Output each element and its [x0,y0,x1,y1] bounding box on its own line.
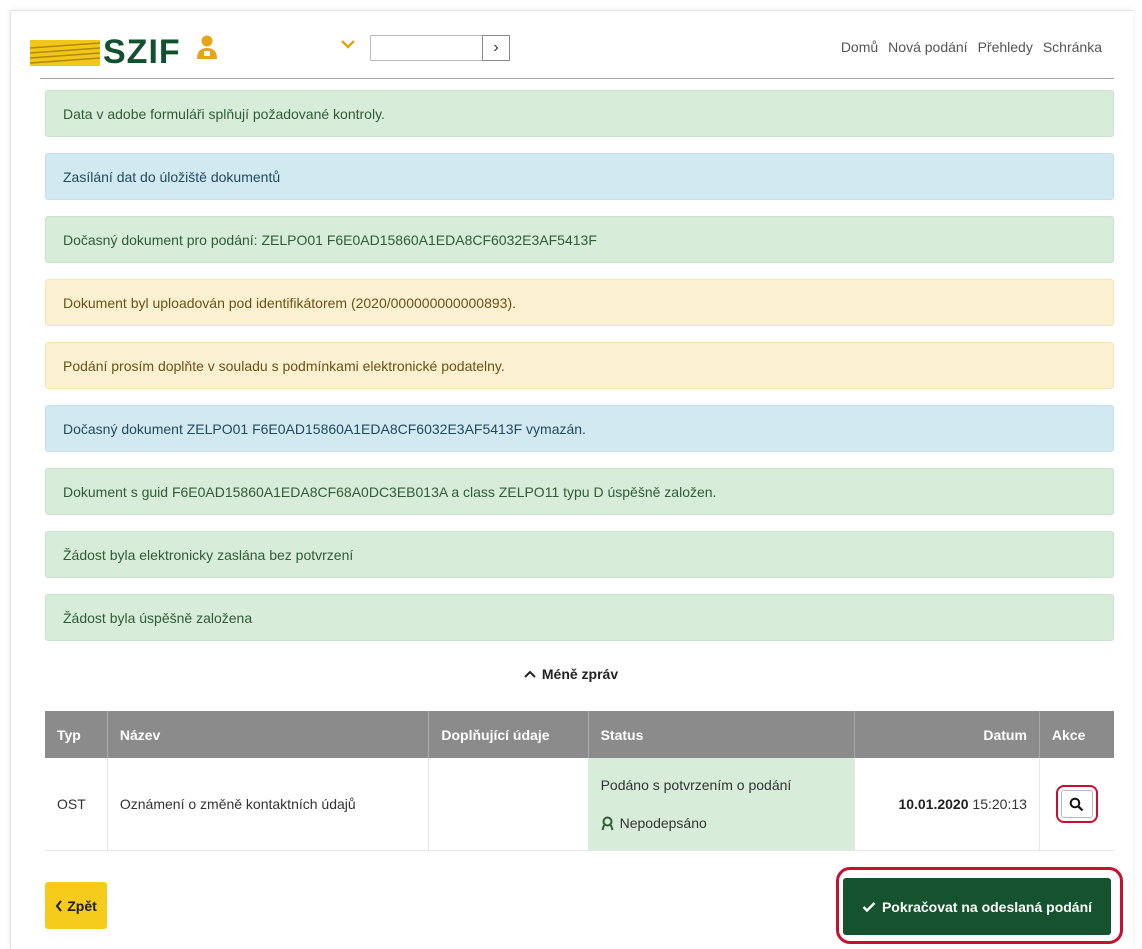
col-action: Akce [1039,711,1114,758]
col-date: Datum [854,711,1040,758]
view-detail-button[interactable] [1055,785,1098,823]
chevron-down-icon[interactable] [340,38,356,50]
message-item: Zasílání dat do úložiště dokumentů [45,153,1114,200]
table-row: OST Oznámení o změně kontaktních údajů P… [45,758,1114,851]
message-item: Data v adobe formuláři splňují požadovan… [45,90,1114,137]
continue-button[interactable]: Pokračovat na odeslaná podání [843,878,1111,935]
continue-label: Pokračovat na odeslaná podání [881,898,1093,915]
col-extra: Doplňující údaje [428,711,589,758]
chevron-up-icon [524,670,536,678]
date-value: 10.01.2020 [898,796,969,812]
nav-new-submissions[interactable]: Nová podání [888,39,967,55]
less-messages-toggle[interactable]: Méně zpráv [0,666,1142,682]
chevron-left-icon [55,899,62,912]
user-icon[interactable] [194,34,220,60]
message-item: Podání prosím doplňte v souladu s podmín… [45,342,1114,389]
cell-date: 10.01.2020 15:20:13 [854,758,1040,851]
header: SZIF › Domů Nová podání Přehledy Schránk… [0,0,1142,85]
time-value: 15:20:13 [972,796,1027,812]
nav-home[interactable]: Domů [841,39,878,55]
col-name: Název [107,711,430,758]
table-header-row: Typ Název Doplňující údaje Status Datum … [45,711,1114,758]
back-button[interactable]: Zpět [45,882,107,929]
message-item: Žádost byla úspěšně založena [45,594,1114,641]
message-list: Data v adobe formuláři splňují požadovan… [45,90,1114,657]
nav-inbox[interactable]: Schránka [1043,39,1102,55]
header-divider [40,78,1114,79]
less-messages-label: Méně zpráv [541,666,619,682]
cell-extra [428,758,589,851]
logo-stripes-icon [30,40,100,66]
cell-action [1039,758,1114,851]
go-button[interactable]: › [482,35,510,61]
col-status: Status [588,711,856,758]
top-nav: Domů Nová podání Přehledy Schránka [841,39,1102,55]
nav-overviews[interactable]: Přehledy [978,39,1033,55]
logo-text[interactable]: SZIF [103,33,181,72]
cell-name: Oznámení o změně kontaktních údajů [107,758,430,851]
status-text: Podáno s potvrzením o podání [600,777,792,793]
cell-status: Podáno s potvrzením o podání Nepodepsáno [588,758,856,851]
cell-type: OST [45,758,108,851]
check-icon [862,901,876,912]
message-item: Dokument s guid F6E0AD15860A1EDA8CF68A0D… [45,468,1114,515]
search-input[interactable] [370,35,482,61]
signature-status: Nepodepsáno [601,815,843,831]
message-item: Dočasný dokument pro podání: ZELPO01 F6E… [45,216,1114,263]
message-item: Žádost byla elektronicky zaslána bez pot… [45,531,1114,578]
ribbon-icon [601,816,614,830]
message-item: Dočasný dokument ZELPO01 F6E0AD15860A1ED… [45,405,1114,452]
col-type: Typ [45,711,108,758]
signature-text: Nepodepsáno [619,815,707,831]
message-item: Dokument byl uploadován pod identifikáto… [45,279,1114,326]
back-label: Zpět [67,897,97,914]
submissions-table: Typ Název Doplňující údaje Status Datum … [45,711,1114,851]
search-icon [1070,797,1084,811]
